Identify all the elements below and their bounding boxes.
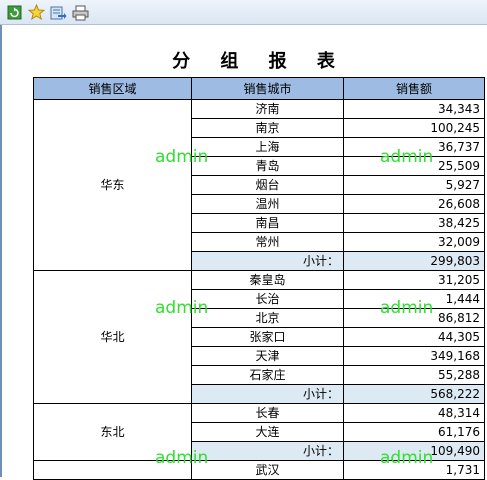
table-row: 华东 济南 34,343 bbox=[33, 99, 485, 271]
toolbar bbox=[0, 0, 487, 25]
city-cell: 青岛 bbox=[191, 156, 344, 176]
amount-cell: 86,812 bbox=[343, 308, 485, 328]
star-icon bbox=[28, 4, 45, 21]
amount-cell: 26,608 bbox=[343, 194, 485, 214]
export-button[interactable] bbox=[49, 3, 68, 22]
amount-cell: 32,009 bbox=[343, 232, 485, 252]
city-cell: 天津 bbox=[191, 346, 344, 366]
subtotal-label: 小计： bbox=[191, 441, 344, 461]
city-cell: 北京 bbox=[191, 308, 344, 328]
city-cell: 南昌 bbox=[191, 213, 344, 233]
header-amount: 销售额 bbox=[343, 77, 485, 100]
amount-cell: 61,176 bbox=[343, 422, 485, 442]
region-cell: 华东 bbox=[33, 99, 192, 271]
city-cell: 石家庄 bbox=[191, 365, 344, 385]
table-row: 东北 长春 48,314 bbox=[33, 403, 485, 461]
city-cell: 长春 bbox=[191, 403, 344, 423]
amount-cell: 34,343 bbox=[343, 99, 485, 119]
print-icon bbox=[72, 5, 89, 20]
amount-cell: 1,444 bbox=[343, 289, 485, 309]
city-cell: 常州 bbox=[191, 232, 344, 252]
amount-cell: 31,205 bbox=[343, 270, 485, 290]
city-cell: 烟台 bbox=[191, 175, 344, 195]
amount-cell: 38,425 bbox=[343, 213, 485, 233]
refresh-button[interactable] bbox=[5, 3, 24, 22]
report-title: 分 组 报 表 bbox=[172, 51, 347, 72]
frame-border bbox=[0, 25, 2, 477]
amount-cell: 48,314 bbox=[343, 403, 485, 423]
region-cell: 东北 bbox=[33, 403, 192, 461]
city-cell: 秦皇岛 bbox=[191, 270, 344, 290]
subtotal-label: 小计： bbox=[191, 384, 344, 404]
city-cell: 大连 bbox=[191, 422, 344, 442]
table-row: 华北 秦皇岛 31,205 bbox=[33, 270, 485, 404]
amount-cell: 44,305 bbox=[343, 327, 485, 347]
city-cell: 南京 bbox=[191, 118, 344, 138]
city-cell: 张家口 bbox=[191, 327, 344, 347]
amount-cell: 5,927 bbox=[343, 175, 485, 195]
amount-cell: 25,509 bbox=[343, 156, 485, 176]
subtotal-amount: 568,222 bbox=[343, 384, 485, 404]
print-button[interactable] bbox=[71, 3, 90, 22]
city-cell: 长治 bbox=[191, 289, 344, 309]
report-table: 销售区域 销售城市 销售额 华东 济南 34,343 南京 100,245 上海 36,73… bbox=[33, 77, 485, 480]
subtotal-label: 小计： bbox=[191, 251, 344, 271]
region-cell: 华北 bbox=[33, 270, 192, 404]
amount-cell: 55,288 bbox=[343, 365, 485, 385]
amount-cell: 349,168 bbox=[343, 346, 485, 366]
city-cell: 济南 bbox=[191, 99, 344, 119]
header-row: 销售区域 销售城市 销售额 bbox=[33, 77, 485, 100]
header-region: 销售区域 bbox=[33, 77, 192, 100]
amount-cell: 100,245 bbox=[343, 118, 485, 138]
favorite-button[interactable] bbox=[27, 3, 46, 22]
subtotal-amount: 109,490 bbox=[343, 441, 485, 461]
subtotal-amount: 299,803 bbox=[343, 251, 485, 271]
amount-cell: 36,737 bbox=[343, 137, 485, 157]
header-city: 销售城市 bbox=[191, 77, 344, 100]
export-icon bbox=[50, 6, 67, 19]
refresh-icon bbox=[7, 5, 22, 20]
city-cell: 上海 bbox=[191, 137, 344, 157]
city-cell: 温州 bbox=[191, 194, 344, 214]
